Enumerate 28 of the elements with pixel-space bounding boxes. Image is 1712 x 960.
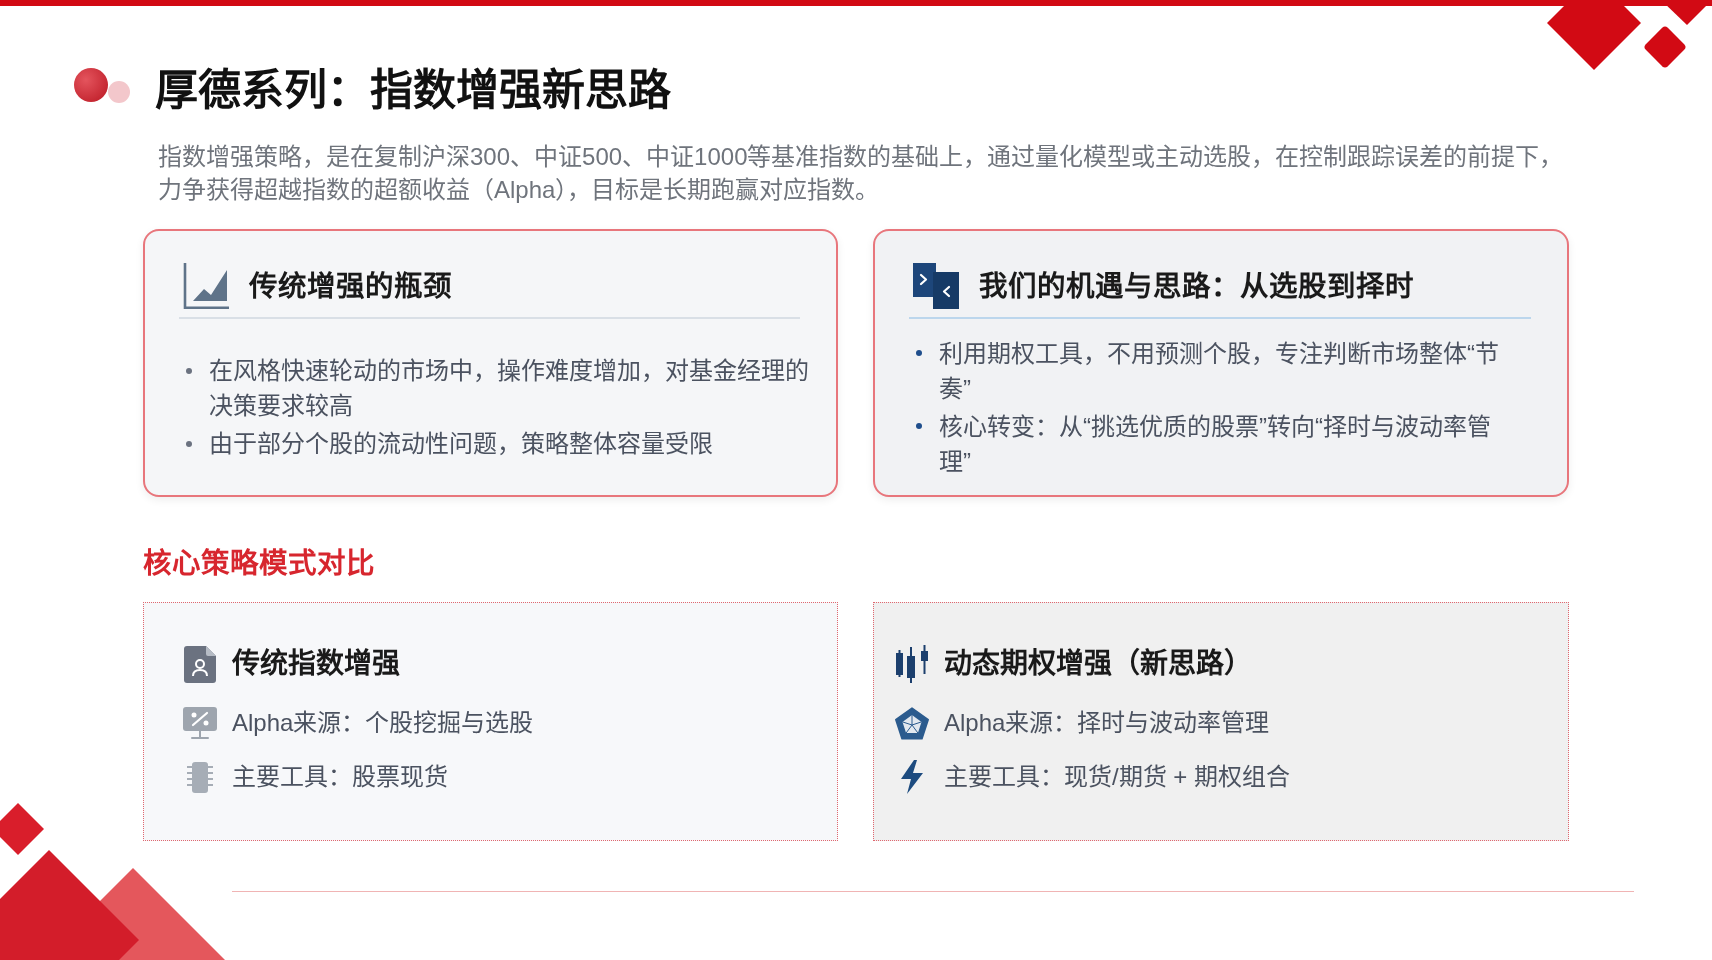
feature-text: 主要工具：现货/期货 + 期权组合 [944,762,1291,792]
feature-text: Alpha来源：择时与波动率管理 [944,708,1270,738]
card-title: 传统增强的瓶颈 [249,269,452,304]
document-person-icon [184,645,216,683]
bullet-dot-icon [186,440,192,447]
title-dots-icon [74,68,130,103]
area-chart-icon [183,263,229,309]
bullet-dot-icon [186,367,192,374]
lightning-icon [900,760,924,794]
bullet-dot-icon [916,423,922,429]
intro-paragraph: 指数增强策略，是在复制沪深300、中证500、中证1000等基准指数的基础上，通过量化模型或主动选股，在控制跟踪误差的前提下，力争获得超越指数的超额收益（Alpha），目标是长期跑赢对应指数。 [158,142,1565,205]
section-heading: 核心策略模式对比 [143,546,375,581]
feature-text: Alpha来源：个股挖掘与选股 [232,708,534,738]
card-title: 动态期权增强（新思路） [944,647,1252,681]
bullet-text: 由于部分个股的流动性问题，策略整体容量受限 [209,429,714,459]
bullet-text: 在风格快速轮动的市场中，操作难度增加，对基金经理的决策要求较高 [209,356,810,421]
candlestick-icon [895,645,929,683]
slide-title: 厚德系列：指数增强新思路 [155,65,671,116]
card-title: 我们的机遇与思路：从选股到择时 [979,269,1414,304]
pentagon-icon [895,706,929,740]
feature-text: 主要工具：股票现货 [232,762,448,792]
bullet-text: 核心转变：从“挑选优质的股票”转向“择时与波动率管理” [939,411,1492,477]
bullet-text: 利用期权工具，不用预测个股，专注判断市场整体“节奏” [939,338,1500,404]
percent-monitor-icon [183,707,217,739]
bullet-dot-icon [916,350,922,356]
chevron-tiles-icon [913,263,959,309]
card-title: 传统指数增强 [232,647,400,681]
chip-icon [187,761,213,793]
